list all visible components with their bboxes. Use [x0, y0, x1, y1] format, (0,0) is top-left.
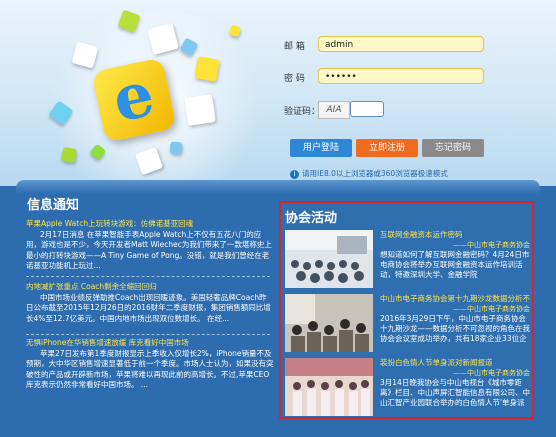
decor-cube: [228, 24, 242, 38]
news-item: 无惧iPhone在华销售增速放缓 库克看好中国市场 苹果27日发布第1季度财报显…: [26, 338, 274, 391]
hero-banner: e 邮 箱 admin 密 码 •••••• 验证码： AIA 用户登陆 立即注…: [0, 0, 556, 192]
divider: [26, 334, 270, 335]
decor-cube: [169, 141, 183, 155]
info-icon: i: [290, 169, 299, 179]
decor-cube: [184, 94, 216, 126]
activity-text: 装扮白色情人节单身派对新闻报道 ——中山市电子商务协会 3月14日晚我协会与中山…: [380, 358, 530, 408]
activity-photo[interactable]: [285, 230, 373, 288]
activity-headline[interactable]: 中山市电子商务协会第十九期沙龙数据分析不...: [380, 294, 530, 304]
activity-photo[interactable]: [285, 358, 373, 416]
news-summary: 中国市场业绩反弹助推Coach出现回暖迹象。美国轻奢品牌Coach昨日公布截至2…: [26, 292, 271, 323]
decor-cube: [194, 56, 220, 82]
e-logo-icon: e: [91, 57, 177, 143]
news-summary: 苹果27日发布第1季度财报显示上季收入仅增长2%，iPhone销量不及预期，大中…: [26, 348, 274, 390]
divider: [26, 276, 270, 277]
captcha-image[interactable]: AIA: [318, 101, 350, 119]
login-button[interactable]: 用户登陆: [290, 139, 352, 157]
activity-text: 互联网金融资本运作密码 ——中山市电子商务协会 想知道如何了解互联网金融密码？4…: [380, 230, 530, 280]
news-item: 内地减扩张重点 Coach剩余全缩回回归 中国市场业绩反弹助推Coach出现回暖…: [26, 282, 274, 335]
news-summary: 2月17日消息 在苹果智能手表Apple Watch上不仅有五花八门的应用，游戏…: [26, 229, 272, 271]
activity-photo-image: [285, 230, 373, 288]
activity-headline[interactable]: 装扮白色情人节单身派对新闻报道: [380, 358, 530, 368]
news-headline[interactable]: 无惧iPhone在华销售增速放缓 库克看好中国市场: [26, 338, 274, 349]
activity-photo[interactable]: [285, 294, 373, 352]
activity-item: 互联网金融资本运作密码 ——中山市电子商务协会 想知道如何了解互联网金融密码？4…: [285, 230, 530, 288]
register-button[interactable]: 立即注册: [356, 139, 418, 157]
browser-notice-text: 请用IE8.0以上浏览器或360浏览器极速模式: [302, 169, 448, 178]
browser-notice: i 请用IE8.0以上浏览器或360浏览器极速模式: [290, 168, 448, 179]
activity-summary: 2016年3月29日下午，中山市电子商务协会十九期沙龙——数据分析不可忽视的角色…: [380, 314, 530, 343]
activity-source: ——中山市电子商务协会: [453, 369, 530, 377]
news-headline[interactable]: 苹果Apple Watch上玩转块游戏：仿佛诺基亚回魂: [26, 219, 274, 230]
activity-photo-image: [285, 358, 373, 416]
captcha-input[interactable]: [350, 101, 384, 117]
news-item: 苹果Apple Watch上玩转块游戏：仿佛诺基亚回魂 2月17日消息 在苹果智…: [26, 219, 274, 272]
activity-source: ——中山市电子商务协会: [453, 241, 530, 249]
decor-cube: [60, 146, 78, 164]
account-label: 邮 箱: [284, 42, 305, 52]
activity-item: 中山市电子商务协会第十九期沙龙数据分析不... ——中山市电子商务协会 2016…: [285, 294, 530, 352]
password-label: 密 码: [284, 74, 305, 84]
forgot-password-button[interactable]: 忘记密码: [422, 139, 484, 157]
activity-summary: 想知道如何了解互联网金融密码？4月24日市电商协会将举办互联网金融资本运作培训活…: [380, 250, 530, 279]
info-section-title: 信息通知: [27, 198, 80, 213]
activity-headline[interactable]: 互联网金融资本运作密码: [380, 230, 530, 240]
password-input[interactable]: ••••••: [318, 68, 484, 84]
activity-photo-image: [285, 294, 373, 352]
info-section: 信息通知 苹果Apple Watch上玩转块游戏：仿佛诺基亚回魂 2月17日消息…: [22, 192, 274, 430]
activity-summary: 3月14日晚我协会与中山电视台《城市零距离》栏目、中山声屏汇智能信息有限公司、中…: [380, 378, 530, 407]
activity-text: 中山市电子商务协会第十九期沙龙数据分析不... ——中山市电子商务协会 2016…: [380, 294, 530, 344]
activity-item: 装扮白色情人节单身派对新闻报道 ——中山市电子商务协会 3月14日晚我协会与中山…: [285, 358, 530, 416]
activity-section-title: 协会活动: [285, 211, 338, 226]
news-headline[interactable]: 内地减扩张重点 Coach剩余全缩回回归: [26, 282, 274, 293]
activity-section: 协会活动 互联网金融资本运作密码 ——中山市电子商务协会 想知道如何了解互联网金…: [279, 201, 534, 419]
account-input[interactable]: admin: [318, 36, 484, 52]
activity-source: ——中山市电子商务协会: [453, 305, 530, 313]
captcha-label: 验证码：: [284, 107, 321, 117]
